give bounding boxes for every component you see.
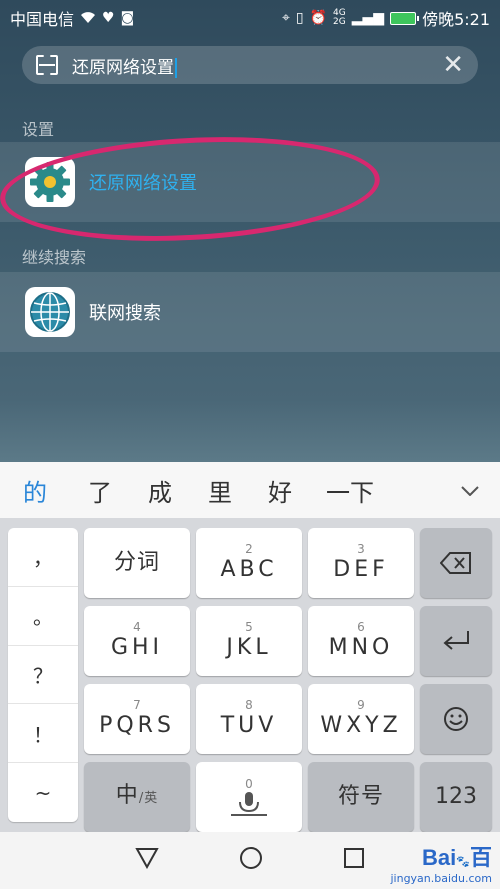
symbol-key-exclaim[interactable]: ！ — [8, 704, 78, 764]
language-toggle-button[interactable]: 中/英 — [84, 762, 190, 832]
search-bar[interactable]: 还原网络设置 ✕ — [22, 46, 478, 84]
wifi-icon — [80, 10, 96, 27]
carrier-name: 中国电信 — [10, 10, 75, 29]
health-icon: ♥ — [102, 10, 115, 26]
space-voice-key[interactable]: 0 — [196, 762, 302, 832]
key-ghi[interactable]: 4 GHI — [84, 606, 190, 676]
clear-search-icon[interactable]: ✕ — [442, 52, 464, 78]
paw-icon: 🐾 — [456, 855, 470, 868]
alarm-icon: ⏰ — [309, 10, 328, 26]
enter-icon — [443, 631, 469, 650]
candidate-4[interactable]: 里 — [190, 473, 250, 508]
signal-icon: ▂▄▆ — [351, 10, 385, 26]
candidate-2[interactable]: 了 — [70, 473, 130, 508]
back-triangle-icon[interactable] — [135, 847, 159, 875]
backspace-button[interactable] — [420, 528, 492, 598]
key-def[interactable]: 3 DEF — [308, 528, 414, 598]
key-segment[interactable]: 分词 — [84, 528, 190, 598]
section-continue-search-label: 继续搜索 — [22, 248, 87, 267]
app-notification-icon: ◙ — [120, 10, 135, 26]
home-circle-icon[interactable] — [239, 846, 263, 876]
candidate-1[interactable]: 的 — [0, 473, 70, 508]
symbol-key-period[interactable]: 。 — [8, 587, 78, 646]
symbol-key-comma[interactable]: ， — [8, 528, 78, 587]
microphone-icon — [231, 792, 267, 816]
text-caret — [175, 57, 177, 78]
backspace-icon — [440, 552, 471, 574]
symbol-key-tilde[interactable]: ~ — [8, 763, 78, 822]
globe-icon — [25, 287, 75, 337]
scan-icon[interactable] — [36, 55, 58, 75]
network-type-label: 4G 2G — [333, 8, 346, 27]
baidu-watermark: Bai🐾百 jingyan.baidu.com — [390, 845, 492, 885]
key-wxyz[interactable]: 9 WXYZ — [308, 684, 414, 754]
result-web-search[interactable]: 联网搜索 — [0, 272, 500, 352]
key-abc[interactable]: 2 ABC — [196, 528, 302, 598]
vibrate-icon: ▯ — [295, 10, 304, 26]
search-input[interactable]: 还原网络设置 — [72, 53, 177, 78]
symbol-key-question[interactable]: ？ — [8, 646, 78, 705]
battery-icon — [390, 11, 420, 25]
candidate-5[interactable]: 好 — [250, 473, 310, 508]
section-settings-label: 设置 — [22, 120, 55, 139]
key-tuv[interactable]: 8 TUV — [196, 684, 302, 754]
enter-button[interactable] — [420, 606, 492, 676]
key-jkl[interactable]: 5 JKL — [196, 606, 302, 676]
result-web-search-label: 联网搜索 — [89, 303, 161, 324]
emoji-icon — [444, 707, 468, 731]
chevron-down-icon[interactable] — [440, 480, 500, 501]
symbol-column: ， 。 ？ ！ ~ — [8, 528, 78, 822]
candidate-3[interactable]: 成 — [130, 473, 190, 508]
ime-candidate-bar: 的 了 成 里 好 一下 — [0, 462, 500, 518]
symbols-key[interactable]: 符号 — [308, 762, 414, 832]
ime-keyboard: ， 。 ？ ！ ~ 分词 2 ABC 3 DEF 4 GHI 5 JKL 6 M… — [0, 518, 500, 832]
number-mode-key[interactable]: 123 — [420, 762, 492, 832]
key-mno[interactable]: 6 MNO — [308, 606, 414, 676]
status-bar: 中国电信 ♥ ◙ ⌖ ▯ ⏰ 4G 2G ▂▄▆ 傍晚5:21 — [0, 0, 500, 36]
recents-square-icon[interactable] — [343, 847, 365, 875]
candidate-6[interactable]: 一下 — [310, 473, 390, 508]
clock-time: 傍晚5:21 — [422, 10, 490, 29]
emoji-button[interactable] — [420, 684, 492, 754]
key-pqrs[interactable]: 7 PQRS — [84, 684, 190, 754]
location-icon: ⌖ — [282, 10, 290, 26]
